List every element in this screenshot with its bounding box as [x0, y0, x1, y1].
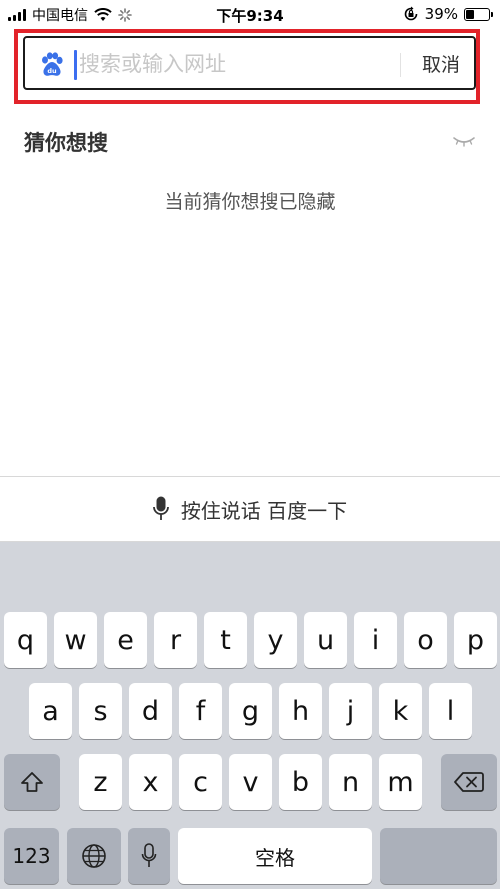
text-cursor: [74, 50, 77, 80]
shift-icon: [21, 772, 43, 792]
key-v[interactable]: v: [229, 754, 272, 810]
key-d[interactable]: d: [129, 683, 172, 739]
return-key[interactable]: [380, 828, 497, 884]
key-r[interactable]: r: [154, 612, 197, 668]
delete-key[interactable]: [441, 754, 497, 810]
key-n[interactable]: n: [329, 754, 372, 810]
voice-search-label: 按住说话 百度一下: [180, 498, 348, 523]
numbers-key[interactable]: 123: [4, 828, 59, 884]
key-w[interactable]: w: [54, 612, 97, 668]
backspace-icon: [454, 772, 484, 792]
numbers-key-label: 123: [12, 844, 51, 868]
key-p[interactable]: p: [454, 612, 497, 668]
shift-key[interactable]: [4, 754, 60, 810]
orientation-lock-icon: [404, 6, 417, 21]
key-t[interactable]: t: [204, 612, 247, 668]
key-k[interactable]: k: [379, 683, 422, 739]
suggestions-title: 猜你想搜: [24, 131, 108, 155]
key-o[interactable]: o: [404, 612, 447, 668]
microphone-icon: [141, 843, 157, 867]
key-g[interactable]: g: [229, 683, 272, 739]
status-bar: 中国电信 下午9:34 39%: [0, 0, 500, 30]
key-u[interactable]: u: [304, 612, 347, 668]
search-input[interactable]: [79, 46, 389, 82]
baidu-paw-icon: du: [42, 52, 63, 76]
key-s[interactable]: s: [79, 683, 122, 739]
key-q[interactable]: q: [4, 612, 47, 668]
key-f[interactable]: f: [179, 683, 222, 739]
key-m[interactable]: m: [379, 754, 422, 810]
dictation-key[interactable]: [128, 828, 170, 884]
space-key-label: 空格: [255, 845, 295, 870]
cancel-button[interactable]: 取消: [411, 50, 471, 80]
key-l[interactable]: l: [429, 683, 472, 739]
key-c[interactable]: c: [179, 754, 222, 810]
key-i[interactable]: i: [354, 612, 397, 668]
key-a[interactable]: a: [29, 683, 72, 739]
globe-icon: [82, 844, 106, 868]
status-right: 39%: [403, 5, 493, 23]
battery-percent: 39%: [424, 5, 458, 23]
search-box[interactable]: du 取消: [23, 36, 476, 90]
key-e[interactable]: e: [104, 612, 147, 668]
key-j[interactable]: j: [329, 683, 372, 739]
key-y[interactable]: y: [254, 612, 297, 668]
key-h[interactable]: h: [279, 683, 322, 739]
search-divider: [400, 53, 401, 77]
globe-key[interactable]: [67, 828, 121, 884]
microphone-icon: [152, 496, 169, 520]
battery-icon: [464, 7, 493, 21]
key-z[interactable]: z: [79, 754, 122, 810]
svg-text:du: du: [47, 67, 57, 75]
key-b[interactable]: b: [279, 754, 322, 810]
battery-fill: [466, 9, 474, 19]
voice-search-bar[interactable]: 按住说话 百度一下: [0, 476, 500, 542]
keyboard: q w e r t y u i o p a s d f g h j k l z …: [0, 542, 500, 889]
space-key[interactable]: 空格: [178, 828, 372, 884]
key-x[interactable]: x: [129, 754, 172, 810]
suggestions-hidden-note: 当前猜你想搜已隐藏: [164, 191, 336, 213]
eye-closed-icon[interactable]: [452, 134, 476, 148]
